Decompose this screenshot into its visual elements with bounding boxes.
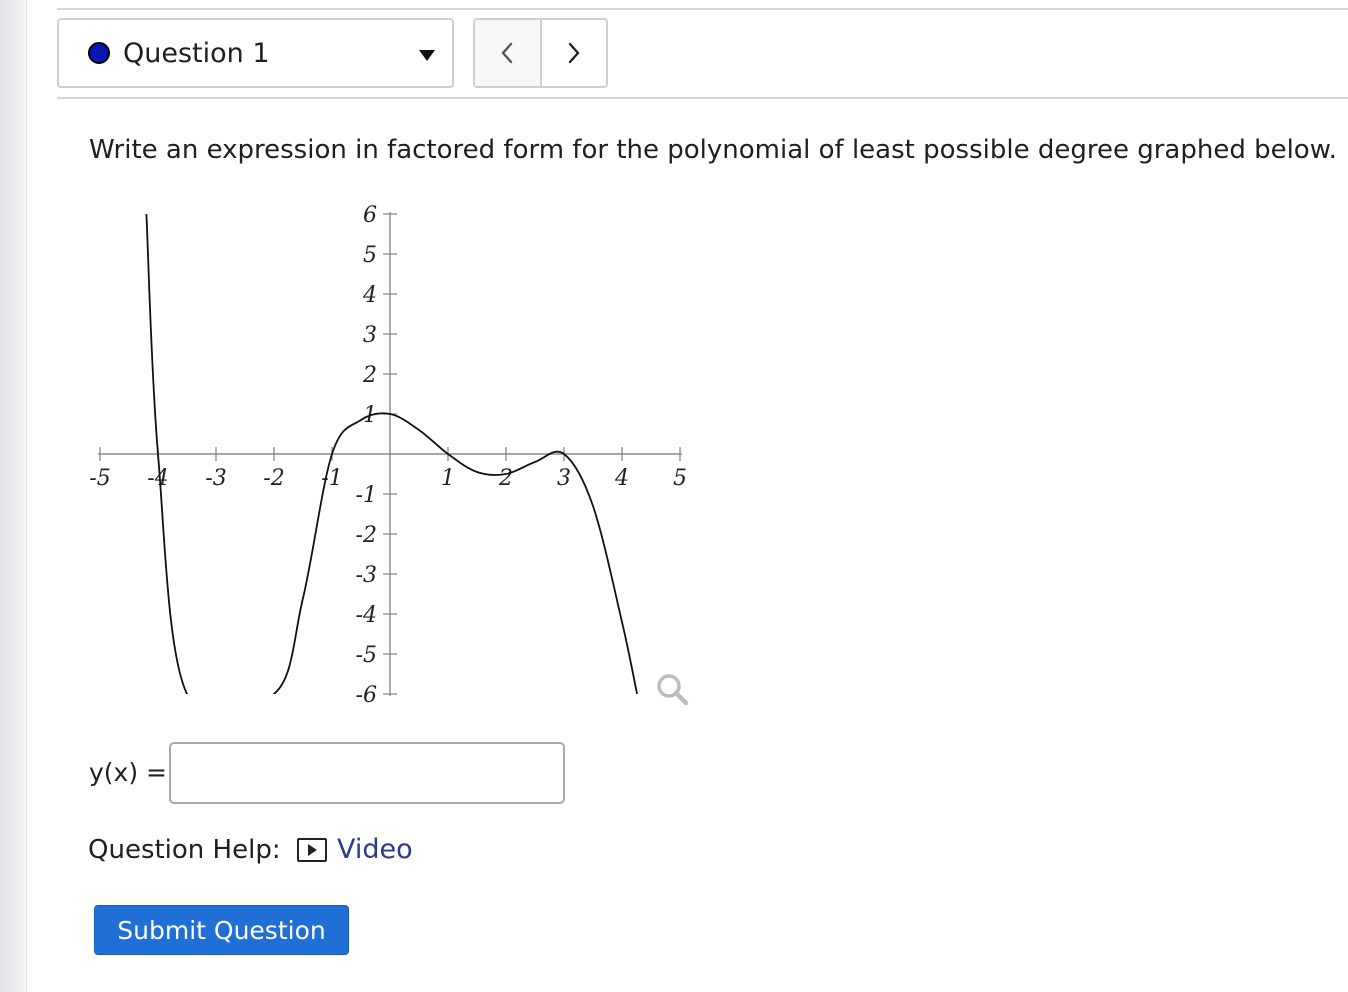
polynomial-curve: [145, 214, 638, 694]
chevron-left-icon: [502, 42, 513, 64]
x-tick-label: -4: [147, 466, 168, 491]
y-tick-label: -5: [356, 643, 377, 668]
x-tick-label: 5: [673, 466, 687, 491]
x-tick-label: -5: [89, 466, 110, 491]
question-prompt: Write an expression in factored form for…: [89, 135, 1337, 165]
y-tick-label: -4: [356, 603, 377, 628]
header-divider: [57, 97, 1348, 99]
next-question-button[interactable]: [541, 20, 606, 86]
top-divider: [57, 8, 1348, 10]
y-tick-label: 5: [363, 243, 377, 268]
play-icon: [297, 838, 327, 862]
chevron-right-icon: [568, 42, 579, 64]
polynomial-graph: -5 -4 -3 -2 -1 1 2 3 4 5-6-5-4-3-2-1123456: [89, 203, 687, 708]
magnifier-icon[interactable]: [654, 672, 690, 708]
question-help-label: Question Help:: [88, 835, 281, 865]
previous-question-button[interactable]: [475, 20, 542, 86]
answer-label: y(x) =: [89, 758, 167, 787]
y-tick-label: -6: [356, 683, 377, 708]
x-tick-label: 2: [498, 466, 513, 491]
question-nav: [473, 18, 608, 88]
y-tick-label: 3: [363, 323, 377, 348]
submit-question-button[interactable]: Submit Question: [94, 905, 349, 955]
caret-down-icon: [419, 50, 435, 61]
left-rail: [0, 0, 27, 992]
x-tick-label: 3: [557, 466, 571, 491]
y-tick-label: -1: [356, 483, 377, 508]
y-tick-label: -2: [356, 523, 377, 548]
y-tick-label: 4: [362, 283, 377, 308]
video-link-label: Video: [337, 834, 413, 865]
y-tick-label: 2: [362, 363, 377, 388]
x-tick-label: -2: [263, 466, 284, 491]
video-help-link[interactable]: Video: [297, 832, 413, 868]
y-tick-label: 6: [363, 203, 377, 228]
question-selector-label: Question 1: [123, 38, 270, 69]
x-tick-label: 1: [441, 466, 455, 491]
question-status-dot: [88, 42, 110, 64]
x-tick-label: 4: [614, 466, 629, 491]
question-selector[interactable]: Question 1: [57, 18, 454, 88]
y-tick-label: -3: [356, 563, 377, 588]
x-tick-label: -3: [205, 466, 226, 491]
answer-input[interactable]: [169, 742, 565, 804]
